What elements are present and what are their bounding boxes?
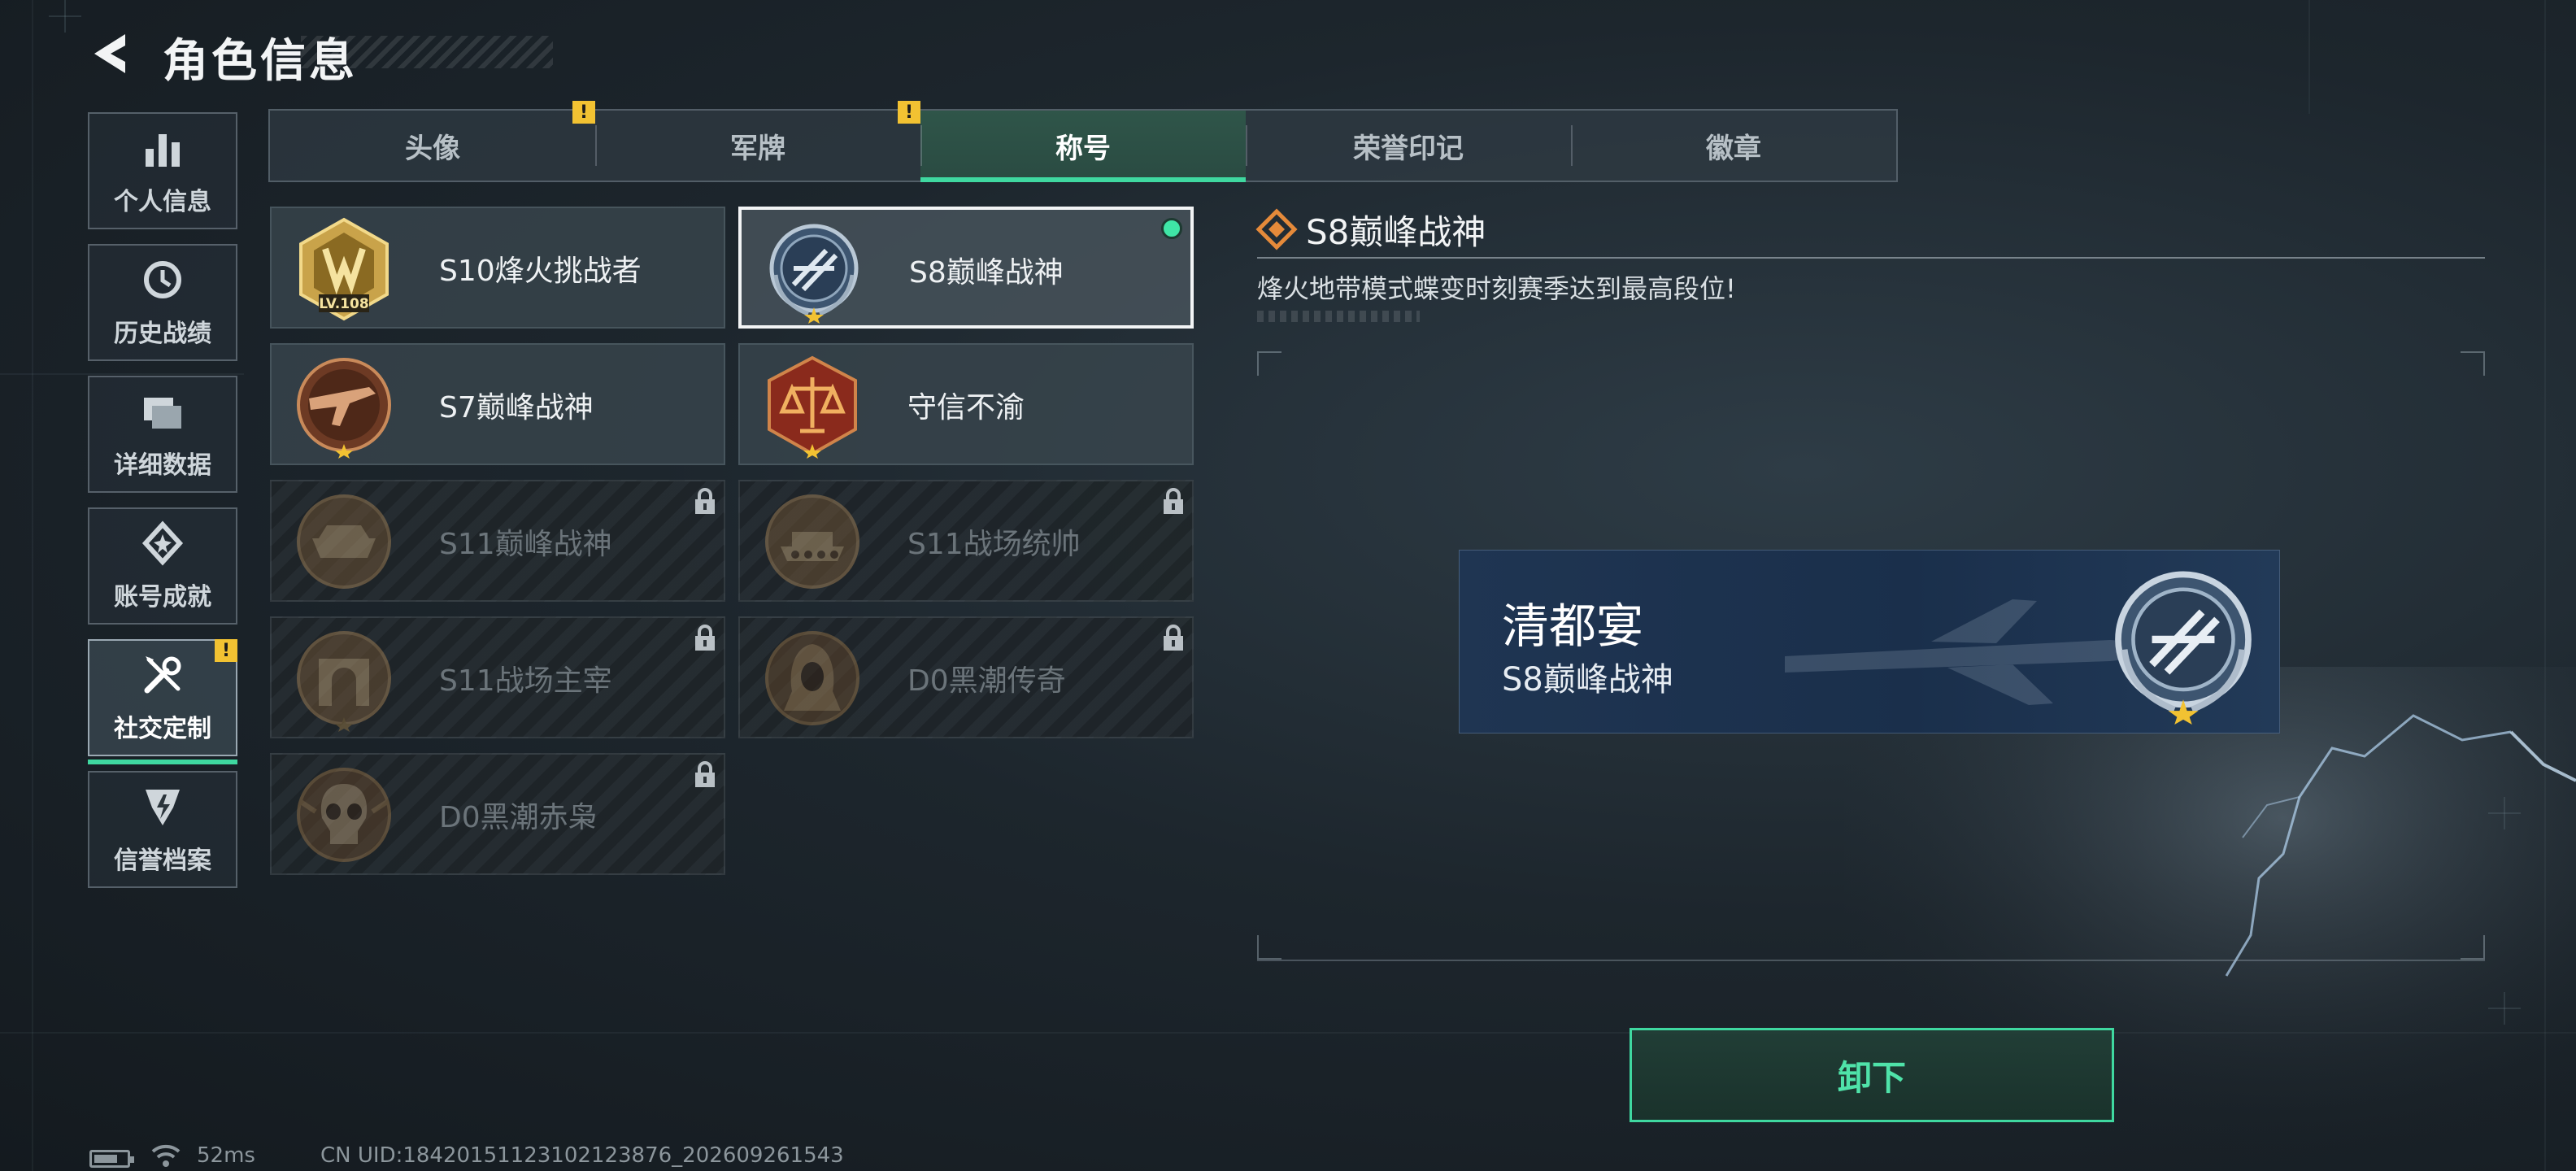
title-card[interactable]: S11巅峰战神	[270, 480, 725, 602]
history-clock-icon	[144, 261, 181, 298]
title-card-name: D0黑潮赤枭	[439, 801, 598, 834]
decorative-code	[1257, 311, 1420, 322]
hooded-figure-medal-icon	[765, 631, 859, 725]
tab-honor-mark[interactable]: 荣誉印记	[1246, 111, 1571, 181]
sidebar-item-achievements[interactable]: 账号成就	[88, 507, 237, 625]
folders-icon	[144, 398, 181, 429]
sidebar-item-label: 信誉档案	[114, 847, 211, 875]
tab-label: 徽章	[1706, 132, 1761, 165]
title-card-name: D0黑潮传奇	[907, 664, 1066, 698]
tab-title[interactable]: 称号	[920, 111, 1246, 182]
detail-title-name: S8巅峰战神	[1306, 212, 1486, 252]
sidebar-item-detailed-data[interactable]: 详细数据	[88, 376, 237, 493]
sidebar-item-personal-info[interactable]: 个人信息	[88, 112, 237, 229]
title-card-name: S11巅峰战神	[439, 528, 612, 561]
bronze-arch-medal-icon	[297, 631, 391, 732]
title-card[interactable]: D0黑潮传奇	[738, 616, 1194, 738]
tab-label: 头像	[405, 132, 460, 165]
warning-badge: !	[572, 101, 595, 124]
tab-label: 军牌	[730, 132, 785, 165]
bronze-weapon-medal-icon	[297, 358, 391, 459]
skull-medal-icon	[297, 768, 391, 862]
preview-title-name: S8巅峰战神	[1502, 661, 1673, 699]
gold-level-108-medal-icon: LV.108	[299, 217, 389, 321]
title-card-name: S8巅峰战神	[909, 256, 1064, 289]
preview-player-name: 清都宴	[1502, 599, 1644, 654]
wrench-screwdriver-icon	[144, 656, 181, 694]
tab-label: 称号	[1055, 132, 1111, 165]
sidebar-item-label: 社交定制	[114, 715, 211, 743]
frame-line	[1257, 960, 2485, 961]
warning-badge: !	[898, 101, 920, 124]
title-card[interactable]: LV.108 S10烽火挑战者	[270, 207, 725, 329]
title-card[interactable]: D0黑潮赤枭	[270, 753, 725, 875]
uid-text: CN UID:1842015112310212387­6_20260926154…	[320, 1143, 844, 1168]
ping-text: 52ms	[197, 1143, 255, 1168]
tab-bar: 头像 ! 军牌 ! 称号 荣誉印记 徽章	[268, 101, 1898, 182]
unequip-button[interactable]: 卸下	[1630, 1028, 2114, 1122]
frame-corner	[2461, 351, 2485, 376]
wifi-icon	[151, 1144, 181, 1167]
lock-icon	[695, 488, 715, 514]
battery-icon	[89, 1150, 134, 1168]
sidebar-item-history[interactable]: 历史战绩	[88, 244, 237, 361]
lock-icon	[1164, 488, 1183, 514]
title-card[interactable]: S7巅峰战神	[270, 343, 725, 465]
blue-laurel-medal-icon	[769, 224, 859, 324]
frame-corner	[2461, 935, 2485, 960]
blue-laurel-medal-icon	[2115, 571, 2252, 725]
sidebar-item-label: 历史战绩	[114, 320, 211, 348]
title-card-name: S7巅峰战神	[439, 391, 594, 424]
tab-avatar[interactable]: 头像 !	[270, 101, 595, 181]
title-card[interactable]: S8巅峰战神	[738, 207, 1194, 329]
warning-badge: !	[215, 639, 237, 662]
equipped-indicator	[1161, 218, 1182, 239]
title-card-name: 守信不渝	[907, 391, 1025, 424]
frame-corner	[1257, 351, 1281, 376]
credit-shield-icon	[146, 790, 180, 825]
detail-description: 烽火地带模式蝶变时刻赛季达到最高段位!	[1257, 273, 1736, 304]
tab-label: 荣誉印记	[1353, 132, 1464, 165]
title-card[interactable]: S11战场主宰	[270, 616, 725, 738]
svg-text:LV.108: LV.108	[319, 296, 368, 312]
title-card[interactable]: S11战场统帅	[738, 480, 1194, 602]
tab-dog-tag[interactable]: 军牌 !	[595, 101, 920, 181]
scales-medal-icon	[768, 355, 857, 459]
page-title: 角色信息	[163, 35, 358, 88]
frame-corner	[1257, 935, 1281, 960]
title-card-name: S11战场统帅	[907, 528, 1081, 561]
sidebar-item-label: 账号成就	[114, 583, 211, 612]
title-card-name: S10烽火挑战者	[439, 255, 642, 288]
title-card[interactable]: 守信不渝	[738, 343, 1194, 465]
sidebar-item-credit-record[interactable]: 信誉档案	[88, 771, 237, 888]
bronze-tank-medal-icon	[765, 494, 859, 589]
lock-icon	[695, 761, 715, 787]
back-arrow-icon	[94, 34, 125, 73]
title-card-name: S11战场主宰	[439, 664, 612, 698]
lock-icon	[695, 625, 715, 651]
divider	[1257, 257, 2485, 259]
title-preview-banner: 清都宴 S8巅峰战神	[1459, 550, 2280, 734]
bronze-vehicle-medal-icon	[297, 494, 391, 589]
lock-icon	[1164, 625, 1183, 651]
tab-badge[interactable]: 徽章	[1571, 111, 1896, 181]
sidebar-item-label: 个人信息	[114, 188, 211, 216]
achievement-icon	[141, 520, 184, 566]
title-diamond-icon	[1255, 208, 1298, 250]
back-button[interactable]	[86, 29, 135, 78]
bar-chart-icon	[146, 134, 180, 167]
sidebar-item-social-custom[interactable]: 社交定制 !	[88, 639, 237, 764]
sidebar-item-label: 详细数据	[114, 451, 211, 480]
